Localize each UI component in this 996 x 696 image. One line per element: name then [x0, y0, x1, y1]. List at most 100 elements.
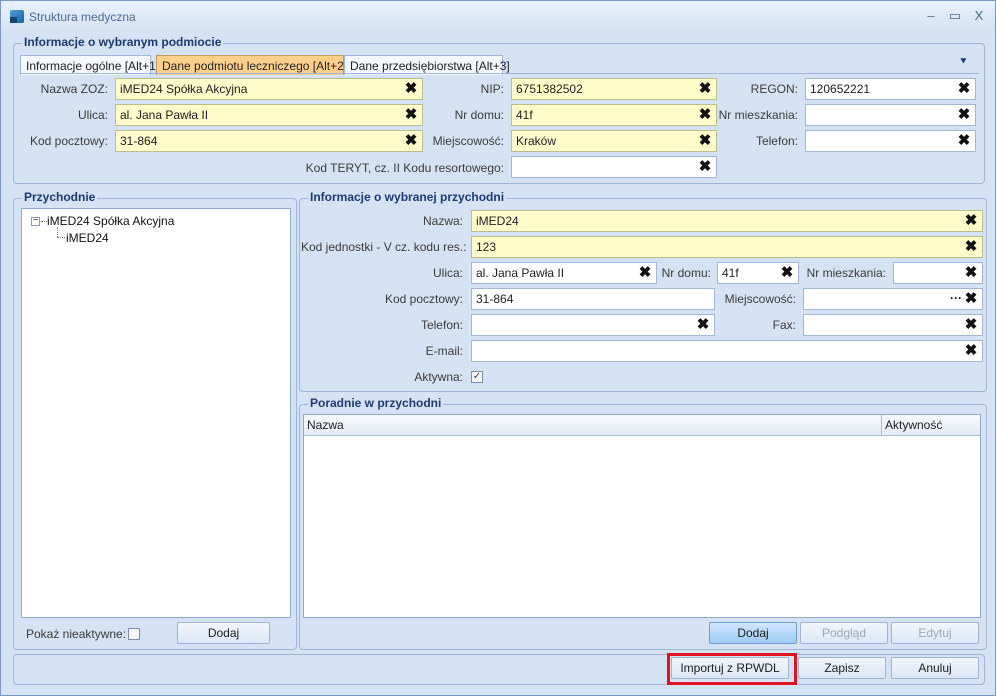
clinic-fax-label: Fax:	[772, 318, 796, 332]
telefon-label: Telefon:	[755, 134, 798, 148]
clear-icon[interactable]: ✖	[404, 105, 418, 125]
clinic-nazwa-field[interactable]: iMED24 ✖	[471, 210, 983, 232]
clear-icon[interactable]: ✖	[698, 105, 712, 125]
clear-icon[interactable]: ✖	[698, 131, 712, 151]
clear-icon[interactable]: ✖	[964, 289, 978, 309]
clear-icon[interactable]: ✖	[404, 131, 418, 151]
clinic-nr-domu-field[interactable]: 41f ✖	[717, 262, 799, 284]
clinic-miejscowosc-label: Miejscowość:	[724, 292, 796, 306]
clinic-fax-field[interactable]: ✖	[803, 314, 983, 336]
ulica-label: Ulica:	[77, 108, 108, 122]
regon-label: REGON:	[750, 82, 798, 96]
clinic-email-label: E-mail:	[425, 344, 463, 358]
import-button-highlight	[667, 653, 797, 685]
clinic-kod-pocztowy-value: 31-864	[476, 292, 514, 306]
telefon-field[interactable]: ✖	[805, 130, 976, 152]
ulica-field[interactable]: al. Jana Pawła II ✖	[115, 104, 423, 126]
clear-icon[interactable]: ✖	[698, 157, 712, 177]
regon-field[interactable]: 120652221 ✖	[805, 78, 976, 100]
clear-icon[interactable]: ✖	[404, 79, 418, 99]
nr-domu-value: 41f	[516, 108, 533, 122]
clinic-miejscowosc-field[interactable]: ··· ✖	[803, 288, 983, 310]
clinic-email-field[interactable]: ✖	[471, 340, 983, 362]
clinic-nazwa-value: iMED24	[476, 214, 519, 228]
aktywna-checkbox[interactable]: ✓	[471, 371, 483, 383]
window-title: Struktura medyczna	[29, 10, 136, 24]
preview-button[interactable]: Podgląd	[800, 622, 888, 644]
struktura-medyczna-window: Struktura medyczna – ▭ X Informacje o wy…	[0, 0, 996, 696]
column-header-aktywnosc[interactable]: Aktywność	[881, 415, 980, 436]
minimize-button[interactable]: –	[921, 7, 941, 25]
edit-button[interactable]: Edytuj	[891, 622, 979, 644]
clear-icon[interactable]: ✖	[964, 211, 978, 231]
tree-collapse-icon[interactable]: −	[31, 216, 40, 226]
clinic-kod-pocztowy-field[interactable]: 31-864	[471, 288, 715, 310]
tree-node-root[interactable]: iMED24 Spółka Akcyjna	[47, 214, 174, 228]
clear-icon[interactable]: ✖	[964, 263, 978, 283]
tree-connector	[57, 227, 58, 237]
kod-jednostki-label: Kod jednostki - V cz. kodu res.:	[301, 240, 467, 254]
nip-field[interactable]: 6751382502 ✖	[511, 78, 717, 100]
clear-icon[interactable]: ✖	[696, 315, 710, 335]
kod-pocztowy-value: 31-864	[120, 134, 158, 148]
clear-icon[interactable]: ✖	[957, 79, 971, 99]
aktywna-label: Aktywna:	[414, 370, 463, 384]
clear-icon[interactable]: ✖	[964, 237, 978, 257]
cancel-button[interactable]: Anuluj	[891, 657, 979, 679]
clinic-nr-mieszkania-field[interactable]: ✖	[893, 262, 983, 284]
tab-general-info[interactable]: Informacje ogólne [Alt+1]	[20, 55, 159, 75]
column-header-nazwa[interactable]: Nazwa	[304, 415, 881, 436]
outpatient-group-title: Poradnie w przychodni	[308, 396, 444, 410]
clear-icon[interactable]: ✖	[957, 131, 971, 151]
nip-value: 6751382502	[516, 82, 583, 96]
kod-pocztowy-field[interactable]: 31-864 ✖	[115, 130, 423, 152]
kod-teryt-field[interactable]: ✖	[511, 156, 717, 178]
add-clinic-button[interactable]: Dodaj	[177, 622, 270, 644]
clinics-tree[interactable]: − iMED24 Spółka Akcyjna iMED24	[21, 208, 291, 618]
clear-icon[interactable]: ✖	[638, 263, 652, 283]
close-button[interactable]: X	[969, 7, 989, 25]
ellipsis-icon[interactable]: ···	[950, 289, 962, 308]
clinic-ulica-value: al. Jana Pawła II	[476, 266, 565, 280]
nr-mieszkania-label: Nr mieszkania:	[718, 108, 798, 122]
nip-label: NIP:	[480, 82, 504, 96]
clinic-ulica-field[interactable]: al. Jana Pawła II ✖	[471, 262, 657, 284]
tab-enterprise-data[interactable]: Dane przedsiębiorstwa [Alt+3]	[344, 55, 510, 75]
clinic-telefon-field[interactable]: ✖	[471, 314, 715, 336]
clear-icon[interactable]: ✖	[964, 315, 978, 335]
tab-medical-entity[interactable]: Dane podmiotu leczniczego [Alt+2]	[156, 55, 347, 75]
maximize-button[interactable]: ▭	[945, 7, 965, 25]
clinic-telefon-label: Telefon:	[420, 318, 463, 332]
tree-node-child[interactable]: iMED24	[66, 231, 109, 245]
clinic-nr-mieszkania-label: Nr mieszkania:	[806, 266, 886, 280]
regon-value: 120652221	[810, 82, 871, 96]
nr-mieszkania-field[interactable]: ✖	[805, 104, 976, 126]
app-icon	[10, 10, 24, 23]
clear-icon[interactable]: ✖	[957, 105, 971, 125]
collapse-panel-icon[interactable]: ⯆	[959, 56, 968, 69]
show-inactive-checkbox[interactable]	[128, 628, 140, 640]
clear-icon[interactable]: ✖	[780, 263, 794, 283]
tab-strip-divider	[20, 73, 979, 74]
miejscowosc-field[interactable]: Kraków ✖	[511, 130, 717, 152]
kod-jednostki-value: 123	[476, 240, 497, 254]
title-bar[interactable]: Struktura medyczna – ▭ X	[1, 1, 995, 31]
clinic-kod-pocztowy-label: Kod pocztowy:	[384, 292, 463, 306]
kod-teryt-label: Kod TERYT, cz. II Kodu resortowego:	[305, 161, 504, 175]
clear-icon[interactable]: ✖	[964, 341, 978, 361]
ulica-value: al. Jana Pawła II	[120, 108, 209, 122]
clinic-ulica-label: Ulica:	[432, 266, 463, 280]
nazwa-zoz-label: Nazwa ZOZ:	[40, 82, 108, 96]
clinic-nazwa-label: Nazwa:	[422, 214, 463, 228]
entity-info-group-title: Informacje o wybranym podmiocie	[22, 35, 224, 49]
add-outpatient-button[interactable]: Dodaj	[709, 622, 797, 644]
kod-jednostki-field[interactable]: 123 ✖	[471, 236, 983, 258]
nr-domu-field[interactable]: 41f ✖	[511, 104, 717, 126]
save-button[interactable]: Zapisz	[798, 657, 886, 679]
show-inactive-label: Pokaż nieaktywne:	[26, 627, 127, 641]
nazwa-zoz-field[interactable]: iMED24 Spółka Akcyjna ✖	[115, 78, 423, 100]
miejscowosc-value: Kraków	[516, 134, 557, 148]
clinics-group-title: Przychodnie	[22, 190, 98, 204]
clear-icon[interactable]: ✖	[698, 79, 712, 99]
outpatient-grid[interactable]: Nazwa Aktywność	[303, 414, 981, 618]
